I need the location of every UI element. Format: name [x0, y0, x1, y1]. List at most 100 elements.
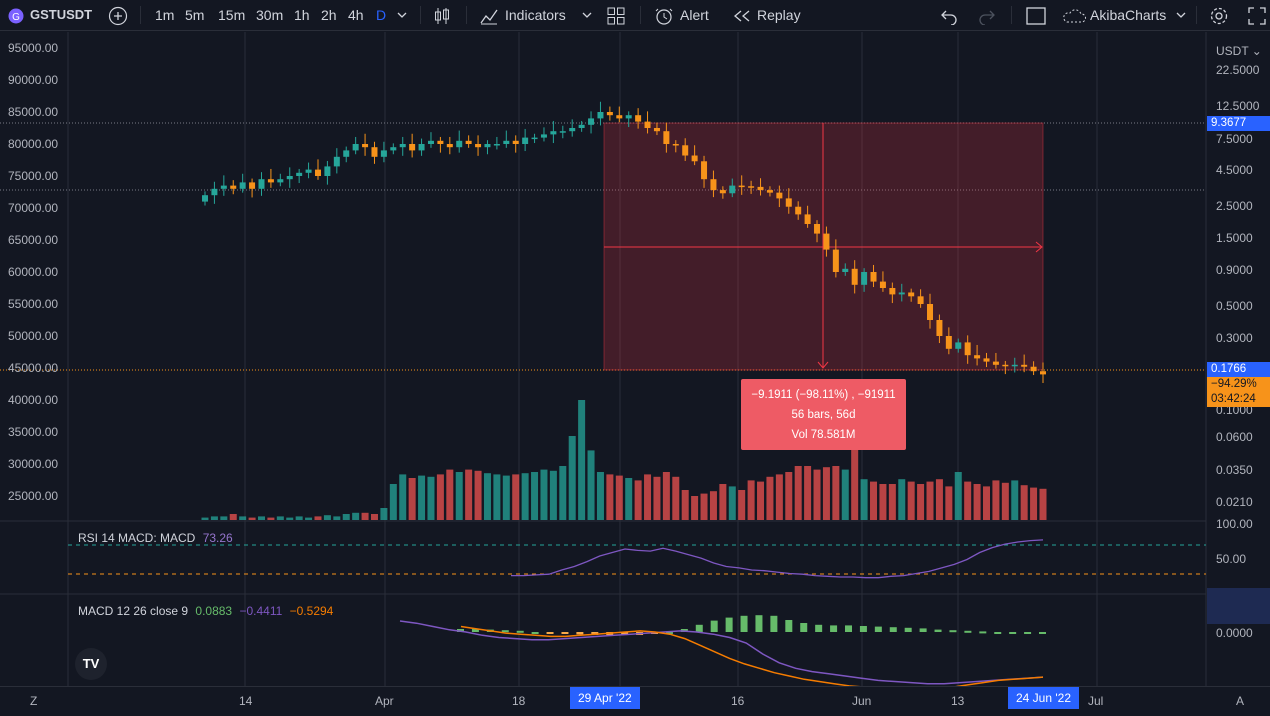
measure-change: −9.1911 (−98.11%) , −91911: [751, 389, 896, 401]
candle-body: [917, 296, 924, 304]
candle-body: [823, 233, 830, 250]
interval-d[interactable]: D: [376, 0, 386, 30]
candle-body: [456, 140, 463, 148]
volume-bar: [1039, 488, 1047, 520]
volume-bar: [766, 476, 774, 520]
candle-body: [701, 161, 708, 180]
rsi-legend-value: 73.26: [202, 531, 233, 545]
candle-body: [804, 214, 811, 224]
indicators-icon[interactable]: [479, 0, 499, 30]
candle-body: [851, 268, 858, 285]
volume-bar: [333, 516, 341, 520]
macd-histogram-bar: [710, 620, 718, 632]
macd-histogram-bar: [1039, 632, 1046, 634]
interval-15m[interactable]: 15m: [218, 0, 245, 30]
volume-bar: [389, 484, 397, 520]
macd-legend[interactable]: MACD 12 26 close 9 0.0883 −0.4411 −0.529…: [78, 604, 333, 618]
volume-bar: [380, 508, 388, 520]
interval-2h[interactable]: 2h: [321, 0, 337, 30]
volume-bar: [286, 517, 294, 520]
timezone-z-button[interactable]: Z: [30, 694, 37, 708]
candle-body: [898, 292, 905, 295]
redo-icon[interactable]: [978, 0, 996, 30]
interval-5m[interactable]: 5m: [185, 0, 204, 30]
chart-canvas[interactable]: [0, 32, 1270, 686]
volume-bar: [305, 517, 313, 520]
indicators-button[interactable]: Indicators: [505, 0, 566, 30]
alert-button[interactable]: Alert: [680, 0, 709, 30]
candle-body: [606, 112, 613, 116]
candle-body: [729, 185, 736, 194]
candle-body: [409, 144, 416, 151]
chevron-down-icon[interactable]: [582, 0, 592, 30]
alert-clock-icon[interactable]: [654, 0, 674, 30]
templates-grid-icon[interactable]: [607, 0, 625, 30]
candle-body: [964, 342, 971, 356]
rsi-axis-50: 50.00: [1216, 552, 1247, 566]
candle-body: [512, 140, 519, 144]
chart-area[interactable]: 95000.00 90000.00 85000.00 80000.00 75000.00…: [0, 32, 1270, 686]
candles-icon[interactable]: [432, 0, 452, 30]
candle-body: [691, 155, 698, 162]
macd-histogram-bar: [964, 630, 972, 633]
tradingview-logo[interactable]: TV: [75, 648, 107, 680]
volume-bar: [935, 479, 943, 520]
volume-bar: [653, 476, 661, 520]
symbol-search-button[interactable]: GSTUSDT: [30, 0, 92, 30]
macd-histogram-bar: [576, 632, 584, 635]
left-axis-label: 60000.00: [8, 265, 59, 279]
right-axis-label: 0.0210: [1216, 495, 1253, 509]
macd-histogram-bar: [830, 625, 838, 632]
volume-bar: [596, 472, 604, 520]
macd-histogram-bar: [546, 632, 554, 634]
candle-body: [842, 268, 849, 272]
volume-bar: [483, 473, 491, 520]
volume-bar: [361, 512, 369, 520]
cloud-icon[interactable]: [1061, 0, 1087, 30]
left-axis-label: 80000.00: [8, 137, 59, 151]
volume-bar: [531, 472, 539, 520]
time-axis[interactable]: Z 14 Apr 18 29 Apr '22 16 Jun 13 24 Jun …: [0, 686, 1270, 716]
settings-gear-icon[interactable]: [1209, 0, 1229, 30]
layout-name-button[interactable]: AkibaCharts: [1090, 0, 1166, 30]
undo-icon[interactable]: [940, 0, 958, 30]
auto-scale-a-button[interactable]: A: [1236, 694, 1244, 708]
volume-bar: [709, 491, 717, 520]
left-axis-label: 65000.00: [8, 233, 59, 247]
fullscreen-square-icon[interactable]: [1026, 0, 1046, 30]
replay-icon[interactable]: [733, 0, 751, 30]
macd-histogram-bar: [755, 615, 763, 632]
macd-histogram-bar: [859, 626, 867, 632]
replay-button[interactable]: Replay: [757, 0, 801, 30]
candle-body: [983, 358, 990, 362]
volume-bar: [804, 466, 812, 520]
candle-body: [1030, 366, 1037, 372]
volume-bar: [625, 478, 633, 520]
add-symbol-button[interactable]: [108, 0, 128, 30]
candle-body: [493, 144, 500, 146]
volume-bar: [276, 516, 284, 520]
x-label-16: 16: [731, 694, 745, 708]
interval-4h[interactable]: 4h: [348, 0, 364, 30]
left-axis-label: 30000.00: [8, 457, 59, 471]
volume-bar: [775, 474, 783, 520]
volume-bar: [964, 481, 972, 520]
macd-histogram-bar: [1009, 632, 1017, 634]
macd-histogram-bar: [695, 624, 703, 632]
candle-body: [1040, 371, 1046, 375]
interval-30m[interactable]: 30m: [256, 0, 283, 30]
chevron-down-icon[interactable]: [1176, 0, 1186, 30]
volume-bar: [945, 486, 953, 520]
svg-text:G: G: [12, 12, 20, 23]
currency-selector[interactable]: USDT ⌄: [1216, 44, 1262, 58]
expand-icon[interactable]: [1248, 0, 1266, 30]
candle-body: [945, 336, 952, 349]
symbol-icon[interactable]: G: [8, 0, 24, 30]
interval-1h[interactable]: 1h: [294, 0, 310, 30]
volume-bar: [606, 474, 614, 520]
volume-bar: [898, 479, 906, 520]
chevron-down-icon[interactable]: [397, 0, 407, 30]
macd-legend-signal: −0.5294: [289, 604, 334, 618]
interval-1m[interactable]: 1m: [155, 0, 174, 30]
rsi-legend[interactable]: RSI 14 MACD: MACD 73.26: [78, 531, 233, 545]
